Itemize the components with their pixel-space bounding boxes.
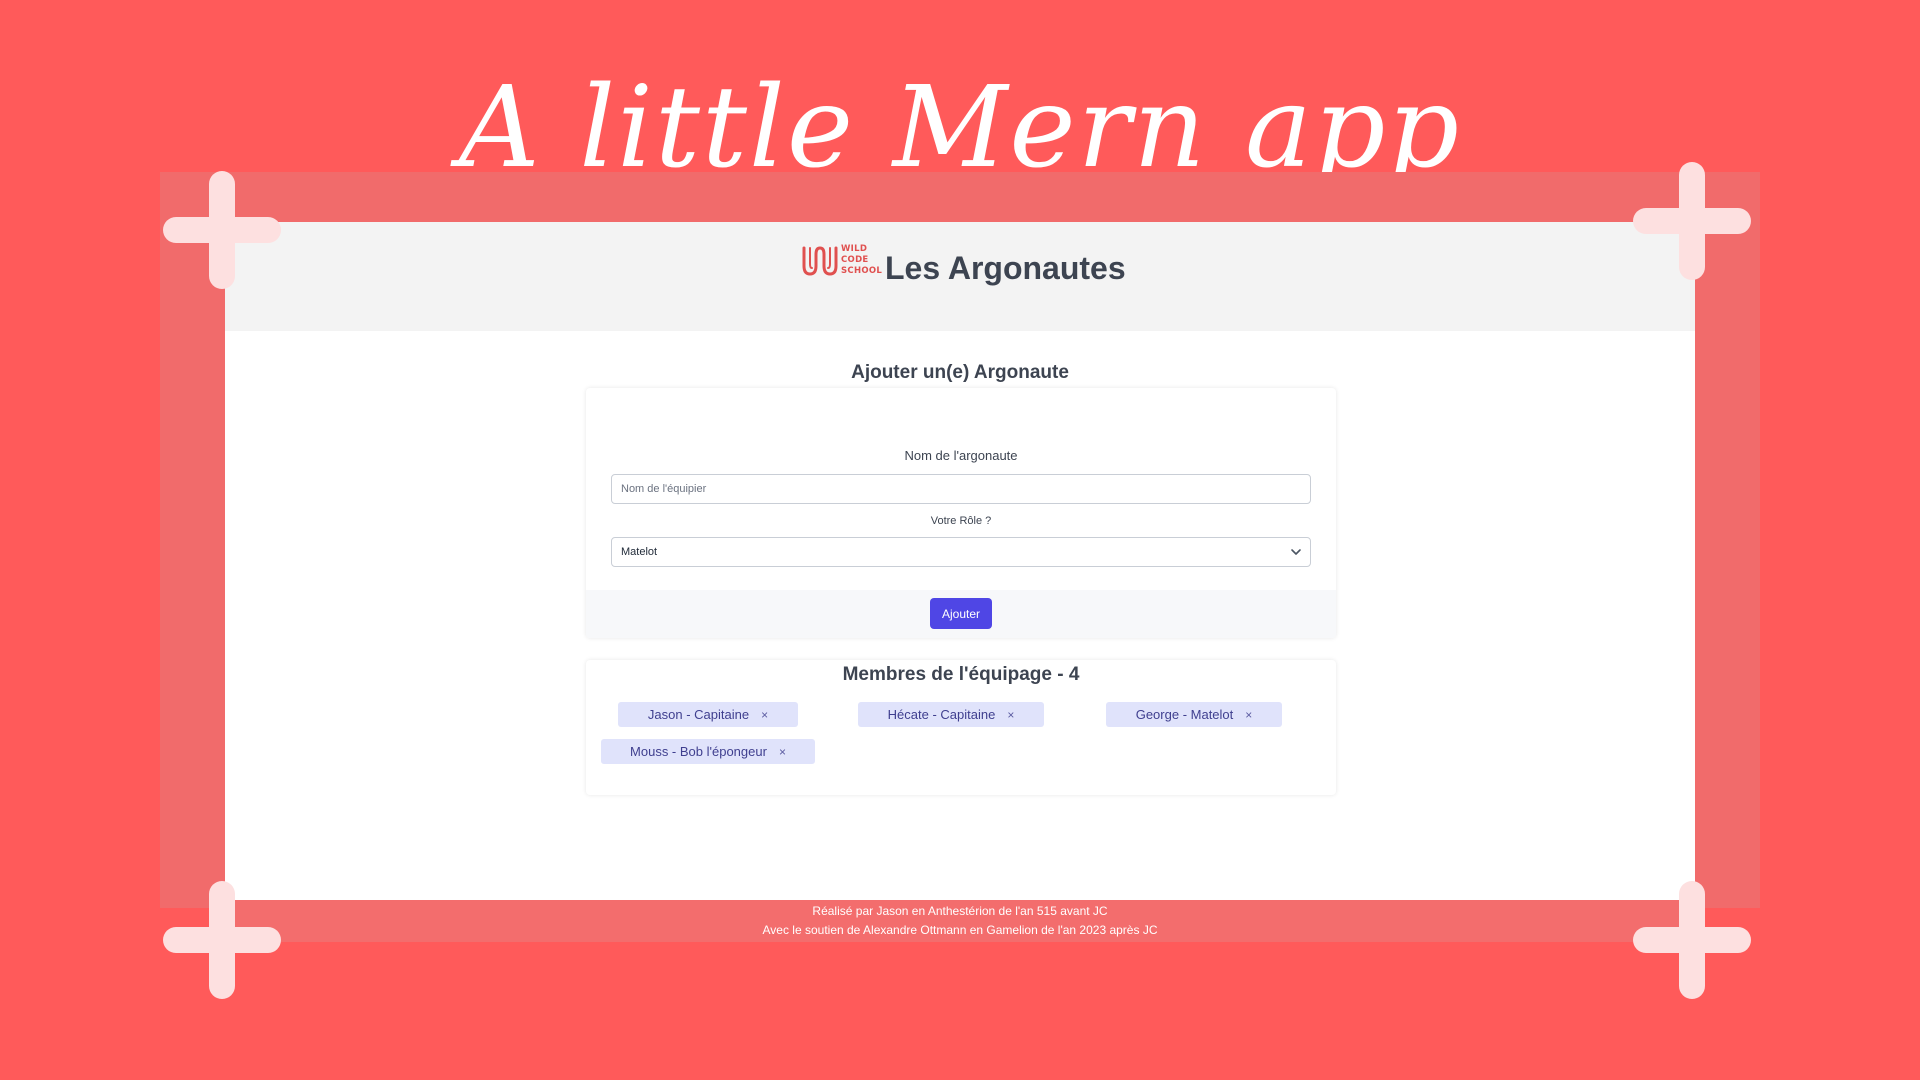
corner-plus-icon [1633, 881, 1751, 999]
form-actions: Ajouter [586, 590, 1336, 638]
name-input[interactable] [611, 474, 1311, 504]
member-label: Mouss - Bob l'épongeur [630, 744, 767, 759]
chevron-down-icon [1291, 549, 1301, 555]
footer-line-1: Réalisé par Jason en Anthestérion de l'a… [812, 904, 1108, 918]
role-label: Votre Rôle ? [930, 515, 992, 527]
remove-member-icon[interactable]: × [761, 708, 768, 722]
crew-heading: Membres de l'équipage - 4 [842, 664, 1080, 685]
member-chip: Jason - Capitaine × [618, 702, 798, 727]
remove-member-icon[interactable]: × [779, 745, 786, 759]
member-label: George - Matelot [1135, 707, 1234, 722]
add-button[interactable]: Ajouter [930, 598, 992, 629]
logo-line-2: CODE [841, 255, 869, 265]
role-select-value: Matelot [621, 546, 658, 558]
corner-plus-icon [1633, 162, 1751, 280]
app-window: WILD CODE SCHOOL Les Argonautes Ajouter … [225, 222, 1695, 942]
form-heading: Ajouter un(e) Argonaute [851, 362, 1069, 383]
add-argonaut-form: Nom de l'argonaute Votre Rôle ? Matelot … [586, 388, 1336, 638]
crew-list-card: Membres de l'équipage - 4 Jason - Capita… [586, 660, 1336, 795]
member-label: Jason - Capitaine [647, 707, 750, 722]
logo-line-1: WILD [841, 244, 868, 254]
member-label: Hécate - Capitaine [887, 707, 996, 722]
member-chip: Mouss - Bob l'épongeur × [601, 739, 815, 764]
corner-plus-icon [163, 881, 281, 999]
logo-line-3: SCHOOL [841, 266, 883, 276]
member-chip: Hécate - Capitaine × [858, 702, 1044, 727]
app-footer: Réalisé par Jason en Anthestérion de l'a… [225, 900, 1695, 942]
corner-plus-icon [163, 171, 281, 289]
wild-code-school-logo: WILD CODE SCHOOL [801, 242, 885, 282]
remove-member-icon[interactable]: × [1245, 708, 1252, 722]
member-chip: George - Matelot × [1106, 702, 1282, 727]
name-label: Nom de l'argonaute [904, 448, 1018, 463]
wave-logo-icon [802, 246, 838, 276]
app-header: WILD CODE SCHOOL Les Argonautes [225, 222, 1695, 331]
app-title: Les Argonautes [885, 250, 1126, 286]
logo-text: WILD CODE SCHOOL [841, 244, 885, 277]
footer-line-2: Avec le soutien de Alexandre Ottmann en … [762, 923, 1158, 937]
remove-member-icon[interactable]: × [1007, 708, 1014, 722]
role-select[interactable]: Matelot [611, 537, 1311, 567]
